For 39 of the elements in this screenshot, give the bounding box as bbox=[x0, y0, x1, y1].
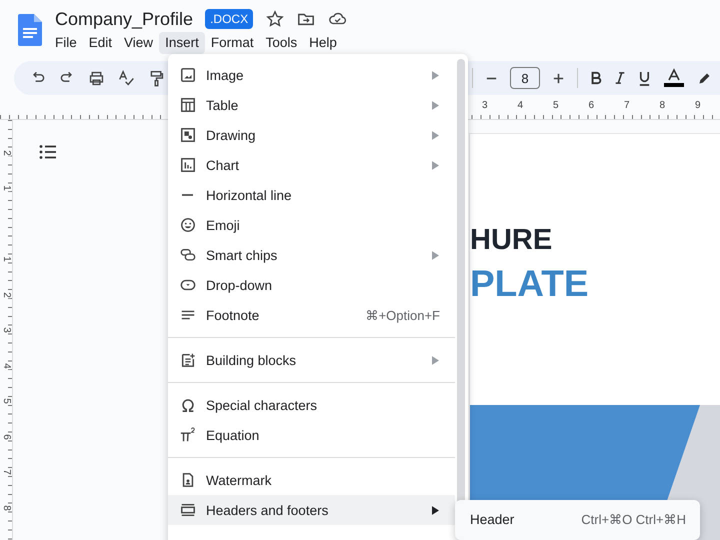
cover-heading: HURE bbox=[470, 226, 554, 255]
menu-tab[interactable]: View bbox=[118, 32, 160, 54]
table-icon bbox=[180, 97, 196, 113]
pi-icon bbox=[180, 427, 196, 443]
underline-icon[interactable] bbox=[638, 70, 651, 86]
print-icon[interactable] bbox=[88, 70, 105, 86]
omega-icon bbox=[180, 397, 196, 413]
picture-frame-icon bbox=[180, 127, 196, 143]
outline-icon[interactable] bbox=[39, 144, 57, 160]
menu-tab[interactable]: Format bbox=[204, 32, 260, 54]
horizontal-line-icon bbox=[182, 194, 193, 196]
chips-icon bbox=[180, 247, 196, 263]
cover-heading: PLATE bbox=[470, 265, 590, 302]
menu-tab[interactable]: Help bbox=[303, 32, 343, 54]
pen-icon[interactable] bbox=[697, 70, 712, 86]
document-plus-icon bbox=[180, 352, 196, 368]
menu-tab[interactable]: File bbox=[49, 32, 83, 54]
italic-icon[interactable] bbox=[614, 71, 626, 85]
text-color-icon[interactable] bbox=[663, 68, 685, 88]
menu-tab[interactable]: Tools bbox=[260, 32, 304, 54]
menu-item[interactable]: Header Ctrl+⌘O Ctrl+⌘H bbox=[455, 500, 700, 538]
star-icon[interactable] bbox=[266, 10, 284, 28]
menu-tab[interactable]: Insert bbox=[159, 32, 205, 54]
bar-chart-icon bbox=[180, 157, 196, 173]
document-title[interactable]: Company_Profile bbox=[55, 8, 194, 30]
bold-icon[interactable] bbox=[590, 71, 602, 85]
plus-icon[interactable] bbox=[552, 72, 565, 84]
menu-tab[interactable]: Edit bbox=[82, 32, 118, 54]
file-type-badge: .DOCX bbox=[205, 9, 254, 29]
document-icon bbox=[180, 472, 196, 488]
paint-roller-icon[interactable] bbox=[148, 70, 165, 86]
spellcheck-icon[interactable] bbox=[118, 70, 135, 86]
document-icon[interactable] bbox=[18, 14, 42, 46]
image-icon bbox=[180, 67, 196, 83]
font-size-field[interactable]: 8 bbox=[510, 67, 540, 89]
dropdown-icon bbox=[180, 277, 196, 293]
smiley-icon bbox=[180, 217, 196, 233]
menu-item[interactable]: Headers and footers bbox=[168, 495, 455, 525]
header-footer-icon bbox=[180, 502, 196, 518]
